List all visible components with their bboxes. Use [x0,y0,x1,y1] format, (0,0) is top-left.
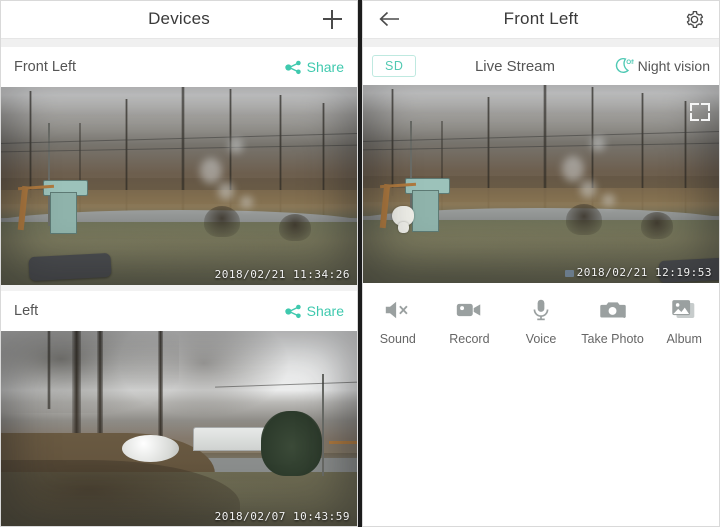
camera-scene [0,87,358,285]
night-vision-label: Night vision [637,58,710,74]
arrow-left-icon [379,11,399,27]
lens-vignette [362,85,720,283]
detail-navbar: Front Left [362,0,720,39]
night-vision-toggle[interactable]: Off Night vision [614,57,710,75]
device-card-header: Left Share [0,291,358,331]
stamp-badge-icon [564,269,574,277]
fullscreen-corner [690,113,699,121]
svg-text:Off: Off [626,59,634,66]
devices-navbar: Devices [0,0,358,39]
tool-label: Record [449,332,490,346]
tool-label: Sound [379,332,416,346]
take-photo-button[interactable]: Take Photo [577,297,649,346]
back-button[interactable] [368,0,412,38]
device-card[interactable]: Front Left Share 2018/02/21 11:34:26 [0,47,358,285]
device-name: Front Left [14,59,77,75]
share-label: Share [306,59,344,75]
tool-label: Take Photo [581,332,644,346]
quality-badge[interactable]: SD [372,55,417,77]
page-title: Front Left [503,9,579,28]
panel-divider [358,0,362,527]
timestamp-overlay: 2018/02/21 12:19:53 [564,266,712,279]
fullscreen-corner [701,103,710,111]
speaker-mute-icon [385,301,408,319]
fullscreen-icon[interactable] [690,103,710,121]
gear-icon [686,10,703,28]
device-card[interactable]: Left Share 2018/02/07 10:43:59 [0,291,358,527]
camera-scene [0,331,358,527]
lens-vignette [0,331,358,527]
record-button[interactable]: Record [434,297,506,346]
share-button[interactable]: Share [284,303,344,319]
voice-button[interactable]: Voice [505,297,577,346]
sound-button[interactable]: Sound [362,297,434,346]
section-gap [0,39,358,47]
device-name: Left [14,303,39,319]
add-device-button[interactable] [310,0,354,38]
photo-album-icon [672,300,695,318]
devices-panel: Devices Front Left Share 2018/02/21 11:3… [0,0,358,527]
settings-button[interactable] [672,0,716,38]
timestamp-text: 2018/02/21 12:19:53 [576,266,712,279]
live-stream-label: Live Stream [474,57,556,75]
album-button[interactable]: Album [648,297,720,346]
section-gap [362,39,720,47]
moon-off-icon: Off [615,57,634,73]
timestamp-overlay: 2018/02/07 10:43:59 [214,510,350,523]
fullscreen-corner [701,113,710,121]
timestamp-overlay: 2018/02/21 11:34:26 [214,268,350,281]
camera-preview-left[interactable]: 2018/02/07 10:43:59 [0,331,358,527]
fullscreen-corner [690,103,699,111]
share-button[interactable]: Share [284,59,344,75]
lens-vignette [0,87,358,285]
stream-options-bar: SD Live Stream Off Night vision [362,47,720,85]
tool-label: Voice [525,332,557,346]
microphone-icon [533,299,549,321]
camera-scene [362,85,720,283]
tool-label: Album [666,332,702,346]
live-stream-video[interactable]: 2018/02/21 12:19:53 [362,85,720,283]
page-title: Devices [148,9,210,28]
share-icon [284,304,301,318]
share-icon [284,60,301,74]
stream-toolbar: Sound Record Voice Take Photo Album [362,283,720,393]
live-stream-panel: Front Left SD Live Stream Off Night visi… [362,0,720,527]
share-label: Share [306,303,344,319]
video-camera-icon [457,303,481,317]
app-screenshot: Devices Front Left Share 2018/02/21 11:3… [0,0,720,527]
camera-icon [599,302,626,318]
camera-preview-front-left[interactable]: 2018/02/21 11:34:26 [0,87,358,285]
device-card-header: Front Left Share [0,47,358,87]
plus-icon [322,9,342,29]
